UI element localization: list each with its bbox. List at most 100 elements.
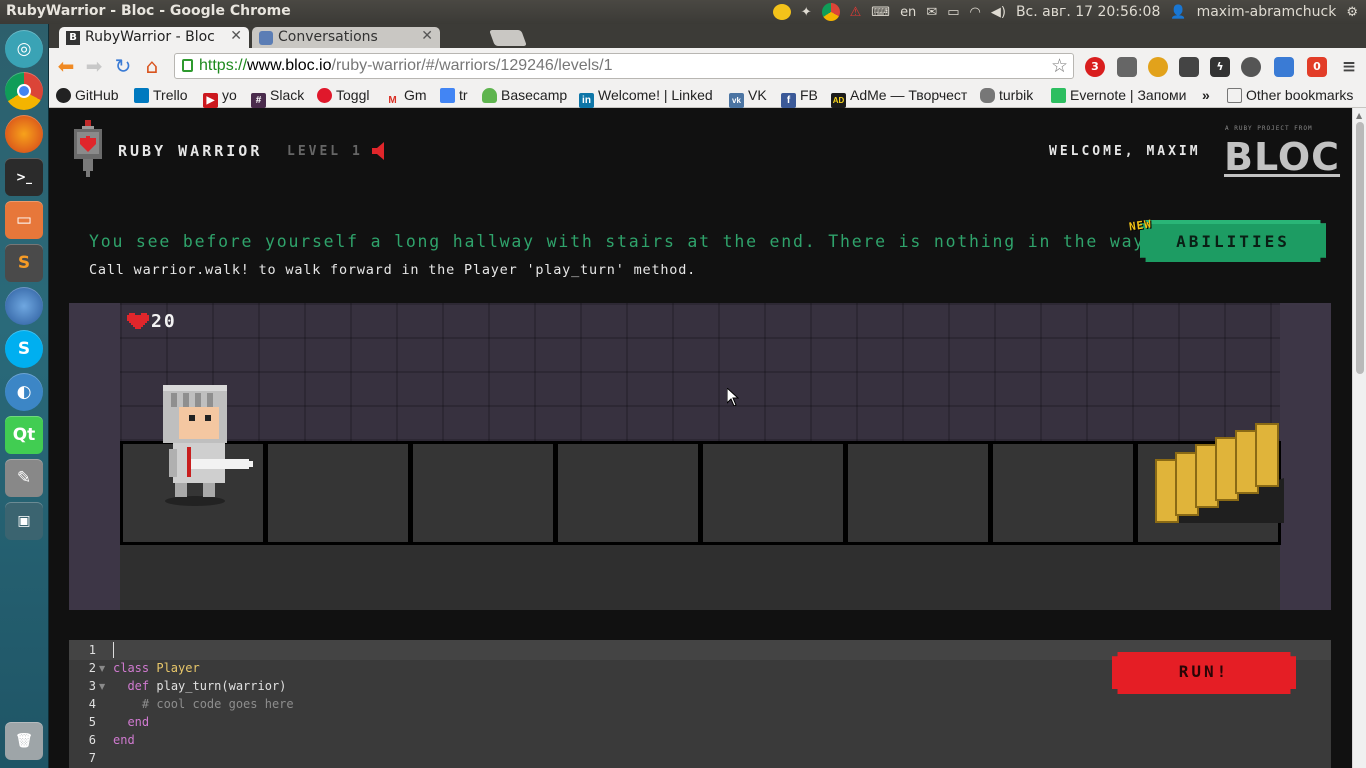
firefox-launcher-icon[interactable]: [5, 115, 43, 153]
pen-tool-launcher-icon[interactable]: ✎: [5, 459, 43, 497]
bookmark-label: turbik: [999, 87, 1034, 103]
bookmark-adme[interactable]: AD AdMe — Творчест: [831, 87, 969, 108]
battery-icon[interactable]: ▭: [947, 3, 959, 21]
line-number: 4: [88, 697, 96, 711]
volume-icon[interactable]: ◀): [991, 3, 1006, 21]
code-line-2[interactable]: class Player: [113, 661, 200, 675]
rubywarrior-page: RUBY WARRIOR LEVEL 1 WELCOME, MAXIM A RU…: [49, 108, 1352, 768]
cloud-upload-icon[interactable]: [1241, 57, 1261, 77]
home-icon[interactable]: ⌂: [141, 56, 163, 78]
text-cursor: [113, 642, 114, 658]
bloc-logo[interactable]: BLOC: [1224, 134, 1340, 180]
warning-icon[interactable]: ⚠: [850, 3, 862, 21]
abilities-button[interactable]: ABILITIES: [1140, 220, 1326, 262]
todoist-icon[interactable]: 0: [1307, 57, 1327, 77]
keyboard-layout-indicator[interactable]: en: [900, 3, 916, 21]
keyboard-icon[interactable]: ⌨: [871, 3, 890, 21]
code-icon[interactable]: [1274, 57, 1294, 77]
chrome-indicator-icon[interactable]: [821, 3, 840, 21]
toggl-icon: [317, 88, 332, 103]
qt-creator-launcher-icon[interactable]: Qt: [5, 416, 43, 454]
lock-icon: [182, 59, 193, 72]
code-line-4[interactable]: # cool code goes here: [113, 697, 294, 711]
system-top-panel: RubyWarrior - Bloc - Google Chrome ✦ ⚠ ⌨…: [0, 0, 1366, 24]
mail-icon[interactable]: ✉: [926, 3, 937, 21]
files-launcher-icon[interactable]: ▭: [5, 201, 43, 239]
fold-arrow-icon[interactable]: ▼: [99, 664, 105, 673]
bookmark-label: Toggl: [336, 87, 370, 103]
bookmarks-overflow-button[interactable]: »: [1202, 87, 1210, 103]
thunderbird-launcher-icon[interactable]: [5, 287, 43, 325]
terminal-launcher-icon[interactable]: >_: [5, 158, 43, 196]
code-line-3[interactable]: def play_turn(warrior): [113, 679, 286, 693]
bookmark-label: tr: [459, 87, 468, 103]
gmail-icon: M: [388, 95, 397, 106]
bookmark-slack[interactable]: # Slack: [251, 87, 304, 108]
lightning-icon[interactable]: ϟ: [1210, 57, 1230, 77]
chrome-launcher-icon[interactable]: [5, 72, 43, 110]
basecamp-icon: [482, 88, 497, 103]
bookmark-toggl[interactable]: Toggl: [317, 87, 369, 103]
bookmark-turbik[interactable]: turbik: [980, 87, 1033, 103]
welcome-user[interactable]: WELCOME, MAXIM: [1049, 144, 1201, 159]
bookmark-basecamp[interactable]: Basecamp: [482, 87, 567, 103]
facebook-icon: f: [781, 93, 796, 108]
wifi-icon[interactable]: ◠: [970, 3, 981, 21]
code-line-5[interactable]: end: [113, 715, 149, 729]
owl-icon[interactable]: [1179, 57, 1199, 77]
eyedropper-icon[interactable]: [1117, 57, 1137, 77]
scroll-up-icon[interactable]: ▲: [1356, 111, 1362, 120]
bookmark-youtube[interactable]: ▶ yo: [203, 87, 237, 108]
bookmark-github[interactable]: GitHub: [56, 87, 119, 103]
bookmark-label: Welcome! | Linked: [598, 87, 713, 103]
flower-icon[interactable]: [1148, 57, 1168, 77]
board-tile: [845, 441, 991, 545]
forward-arrow-icon[interactable]: ➡: [83, 56, 105, 78]
clock[interactable]: Вс. авг. 17 20:56:08: [1016, 3, 1160, 21]
app-launcher-icon[interactable]: ◐: [5, 373, 43, 411]
bookmark-trello[interactable]: Trello: [134, 87, 188, 103]
trash-icon[interactable]: 🗑: [5, 722, 43, 760]
fold-arrow-icon[interactable]: ▼: [99, 682, 105, 691]
session-gear-icon[interactable]: ⚙: [1346, 3, 1358, 21]
sublime-launcher-icon[interactable]: S: [5, 244, 43, 282]
dash-home-icon[interactable]: ◎: [5, 30, 43, 68]
scrollbar-thumb[interactable]: [1356, 122, 1364, 374]
run-button[interactable]: RUN!: [1112, 652, 1296, 694]
dropbox-icon[interactable]: ✦: [801, 3, 812, 21]
tab-close-icon[interactable]: ✕: [421, 28, 433, 44]
reload-icon[interactable]: ↻: [112, 56, 134, 78]
tab-rubywarrior[interactable]: B RubyWarrior - Bloc ✕: [59, 27, 249, 49]
bookmark-vk[interactable]: vk VK: [729, 87, 767, 108]
bookmark-label: Trello: [153, 87, 188, 103]
tab-close-icon[interactable]: ✕: [230, 28, 242, 44]
code-line-6[interactable]: end: [113, 733, 135, 747]
board-tile: [555, 441, 701, 545]
page-scrollbar[interactable]: ▲: [1352, 108, 1366, 768]
window-title: RubyWarrior - Bloc - Google Chrome: [6, 3, 291, 19]
bookmark-translate[interactable]: tr: [440, 87, 468, 103]
address-bar[interactable]: https://www.bloc.io/ruby-warrior/#/warri…: [174, 53, 1074, 79]
back-arrow-icon[interactable]: ⬅: [55, 56, 77, 78]
ruby-warrior-logo-icon[interactable]: [71, 120, 105, 178]
indicator-sync-icon[interactable]: [772, 3, 791, 21]
bookmark-gmail[interactable]: M Gm: [385, 87, 426, 108]
other-bookmarks[interactable]: Other bookmarks: [1227, 87, 1353, 103]
game-board: 20: [69, 303, 1331, 610]
bookmark-star-icon[interactable]: ☆: [1051, 55, 1068, 78]
bookmark-facebook[interactable]: f FB: [781, 87, 818, 108]
line-number: 2: [88, 661, 96, 675]
skype-launcher-icon[interactable]: S: [5, 330, 43, 368]
browser-tab-strip: B RubyWarrior - Bloc ✕ Conversations ✕: [49, 24, 1366, 49]
tab-conversations[interactable]: Conversations ✕: [252, 27, 440, 49]
game-title[interactable]: RUBY WARRIOR: [118, 142, 262, 160]
user-name[interactable]: maxim-abramchuck: [1197, 3, 1337, 21]
adblock-icon[interactable]: 3: [1085, 57, 1105, 77]
workspace-switcher-icon[interactable]: ▣: [5, 502, 43, 540]
chrome-menu-icon[interactable]: ≡: [1339, 57, 1359, 77]
bookmark-evernote[interactable]: Evernote | Запоми: [1051, 87, 1189, 103]
bookmark-linkedin[interactable]: in Welcome! | Linked: [579, 87, 719, 108]
speaker-icon[interactable]: [372, 142, 388, 160]
new-tab-button[interactable]: [489, 30, 527, 46]
bookmark-label: VK: [748, 87, 767, 103]
